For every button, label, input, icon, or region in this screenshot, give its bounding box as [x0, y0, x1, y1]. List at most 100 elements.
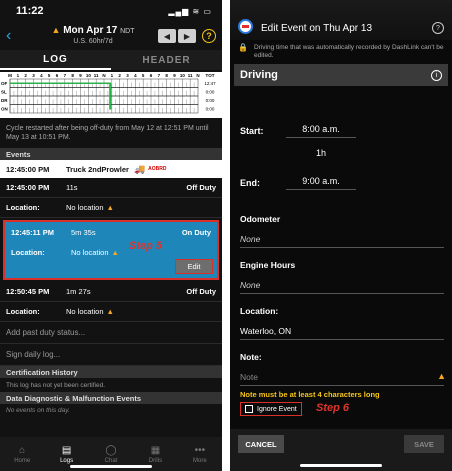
grid-hour-label: 7: [64, 73, 67, 78]
home-indicator: [300, 464, 382, 467]
help-icon[interactable]: ?: [202, 29, 216, 43]
event-time: 12:45:00 PM: [6, 183, 50, 192]
back-icon[interactable]: ‹: [6, 27, 28, 45]
tab-header[interactable]: HEADER: [111, 50, 222, 70]
engine-hours-label: Engine Hours: [240, 260, 296, 270]
grid-hour-label: 4: [40, 73, 43, 78]
start-row: Start: 8:00 a.m.: [230, 124, 452, 138]
start-label: Start:: [240, 126, 264, 136]
tab-label: Logs: [60, 457, 74, 464]
action-bar: CANCEL SAVE: [230, 429, 452, 471]
screenshot-root: 11:22 ▂▄▆ ≋ ▭ ‹ ▲ Mon Apr 17 NDT U.S. 60…: [0, 0, 452, 471]
location-value: No location: [71, 247, 109, 257]
tab-label: Drills: [148, 457, 163, 464]
event-location-row: Location: No location ▲: [0, 198, 222, 218]
grid-hour-label: 9: [173, 73, 176, 78]
grid-hour-label: 3: [32, 73, 35, 78]
grid-row-label: SL: [1, 90, 7, 95]
prev-day-icon[interactable]: ◀: [158, 29, 176, 43]
ignore-event-checkbox[interactable]: Ignore Event: [240, 402, 302, 416]
truck-event[interactable]: 12:45:00 PM Truck 2ndProwler 🚚 AOBRD: [0, 160, 222, 178]
chat-icon: ◯: [105, 444, 117, 456]
step-5-annotation: Step 5: [129, 240, 163, 252]
grid-hour-label: 10: [86, 73, 92, 78]
warning-icon: ▲: [106, 307, 114, 316]
tab-label: More: [192, 457, 207, 464]
note-error: Note must be at least 4 characters long: [240, 390, 380, 399]
truck-event-time: 12:45:00 PM: [6, 164, 50, 174]
status-bar: 11:22 ▂▄▆ ≋ ▭: [0, 0, 222, 22]
event-status: Off Duty: [186, 183, 216, 192]
location-field[interactable]: Waterloo, ON: [240, 326, 444, 340]
grid-hour-label: 5: [142, 73, 145, 78]
event-duration: 11s: [66, 183, 78, 192]
note-field[interactable]: Note: [240, 372, 444, 386]
date-nav: ‹ ▲ Mon Apr 17 NDT U.S. 60hr/7d ◀ ▶ ?: [0, 22, 222, 50]
tab-more[interactable]: ••• More: [178, 437, 222, 471]
end-time-field[interactable]: 9:00 a.m.: [286, 176, 356, 190]
grid-hour-label: N: [196, 73, 199, 78]
save-button[interactable]: SAVE: [404, 435, 444, 453]
event-location-row: Location: No location ▲: [0, 302, 222, 322]
edit-header: Edit Event on Thu Apr 13 ?: [230, 0, 452, 40]
signal-icon: ▂▄▆ ≋ ▭: [168, 6, 212, 16]
grid-hour-label: 11: [188, 73, 193, 78]
grid-hour-label: 1: [111, 73, 114, 78]
diagnostic-header: Data Diagnostic & Malfunction Events: [0, 392, 222, 404]
more-icon: •••: [194, 444, 206, 456]
odometer-field[interactable]: None: [240, 234, 444, 248]
cancel-button[interactable]: CANCEL: [238, 435, 284, 453]
help-icon[interactable]: ?: [432, 22, 444, 34]
grid-row-label: OF: [1, 81, 8, 86]
selected-event[interactable]: 12:45:11 PM 5m 35s On Duty Location: No …: [3, 220, 219, 280]
warning-icon: ▲: [111, 247, 119, 257]
grid-hour-label: 10: [180, 73, 186, 78]
start-time-field[interactable]: 8:00 a.m.: [286, 124, 356, 138]
location-label: Location:: [6, 307, 40, 316]
status-header: Driving i: [234, 64, 448, 86]
event-row[interactable]: 12:45:00 PM 11s Off Duty: [0, 178, 222, 198]
aobrd-tag: AOBRD: [148, 166, 167, 172]
edit-event-screen: Edit Event on Thu Apr 13 ? 🔒 Driving tim…: [230, 0, 452, 471]
duration: 1h: [316, 148, 327, 158]
event-duration: 5m 35s: [71, 227, 96, 237]
checkbox-icon: [245, 405, 253, 413]
grid-hour-label: 7: [158, 73, 161, 78]
event-row[interactable]: 12:50:45 PM 1m 27s Off Duty: [0, 282, 222, 302]
add-duty-status-link[interactable]: Add past duty status...: [0, 322, 222, 344]
grid-row-total: 12:47: [204, 81, 216, 86]
event-row: 12:45:11 PM 5m 35s On Duty: [5, 222, 217, 242]
location-label: Location:: [6, 203, 40, 212]
sign-log-link[interactable]: Sign daily log...: [0, 344, 222, 366]
day-arrows: ◀ ▶: [158, 29, 196, 43]
warning-icon: ▲: [51, 25, 61, 35]
grid-hour-label: M: [8, 73, 12, 78]
next-day-icon[interactable]: ▶: [178, 29, 196, 43]
certification-text: This log has not yet been certified.: [6, 381, 106, 389]
end-row: End: 9:00 a.m.: [230, 176, 452, 190]
log-tabs: LOG HEADER: [0, 50, 222, 70]
truck-name: Truck 2ndProwler: [66, 164, 129, 174]
edit-title: Edit Event on Thu Apr 13: [261, 23, 373, 34]
app-logo-icon: [238, 19, 253, 34]
end-label: End:: [240, 178, 260, 188]
warning-icon: ▲: [437, 371, 446, 381]
edit-button[interactable]: Edit: [175, 259, 213, 274]
grid-hour-label: 9: [79, 73, 82, 78]
tab-home[interactable]: ⌂ Home: [0, 437, 44, 471]
grid-row-total: 0:00: [206, 98, 215, 103]
grid-hour-label: 4: [134, 73, 137, 78]
grid-hour-label: 8: [165, 73, 168, 78]
info-icon[interactable]: i: [431, 69, 442, 81]
bottom-tab-bar: ⌂ Home ▤ Logs ◯ Chat ▦ Drills ••• More: [0, 437, 222, 471]
engine-hours-field[interactable]: None: [240, 280, 444, 294]
event-status: On Duty: [181, 227, 211, 237]
location-value: No location: [66, 307, 104, 316]
grid-hour-label: 3: [126, 73, 129, 78]
lock-note-text: Driving time that was automatically reco…: [253, 44, 444, 59]
grid-row-total: 0:00: [206, 90, 215, 95]
tab-log[interactable]: LOG: [0, 50, 111, 70]
log-date: Mon Apr 17: [63, 25, 118, 36]
grid-row-total: 0:00: [206, 107, 215, 112]
no-events-text: No events on this day.: [6, 406, 70, 414]
